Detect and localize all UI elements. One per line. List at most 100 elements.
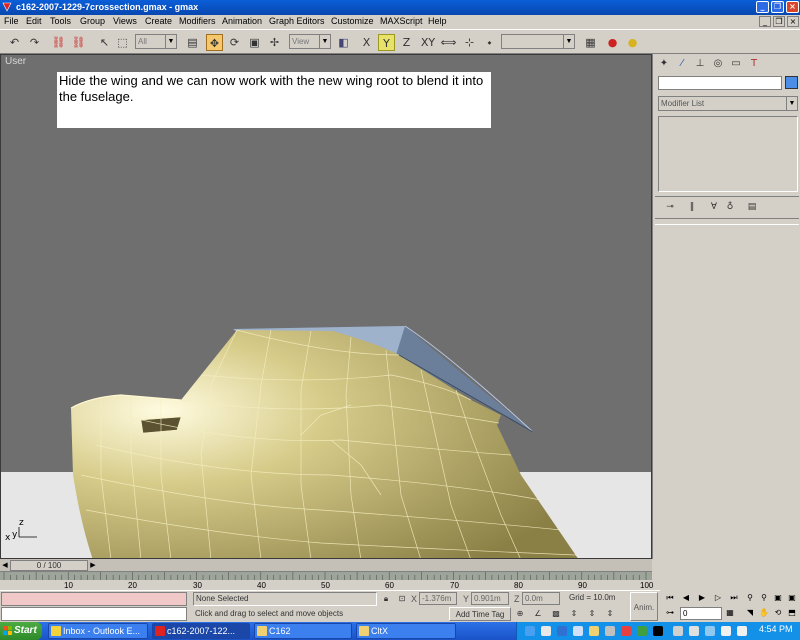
field-of-view-button[interactable]: ◥: [744, 607, 756, 619]
mdi-restore-button[interactable]: ❐: [773, 16, 785, 27]
task-folder-c162[interactable]: C162: [254, 623, 352, 639]
pivot-center-button[interactable]: ◧: [335, 34, 352, 51]
hierarchy-tab[interactable]: ⊥: [693, 57, 707, 71]
viewport-label[interactable]: User: [5, 56, 26, 67]
select-and-manipulate-button[interactable]: ✢: [266, 34, 283, 51]
fuselage-mesh[interactable]: [1, 55, 652, 559]
object-color-swatch[interactable]: [785, 76, 798, 89]
close-button[interactable]: ×: [786, 1, 799, 13]
time-slider[interactable]: ◀ 0 / 100 ▶: [0, 559, 652, 572]
perspective-viewport[interactable]: User Hide the wing and we can now work w…: [0, 54, 652, 559]
mirror-button[interactable]: ⟺: [440, 34, 457, 51]
tray-app-icon[interactable]: [557, 626, 567, 636]
maxscript-listener-output[interactable]: [1, 592, 187, 606]
add-time-tag-button[interactable]: Add Time Tag: [449, 607, 511, 621]
restrict-y-button[interactable]: Y: [378, 34, 395, 51]
zoom-button[interactable]: ⚲: [744, 592, 756, 604]
zoom-all-button[interactable]: ⚲: [758, 592, 770, 604]
absolute-mode-button[interactable]: ⊡: [396, 593, 408, 605]
mdi-minimize-button[interactable]: _: [759, 16, 771, 27]
menu-group[interactable]: Group: [80, 16, 105, 26]
title-bar[interactable]: c162-2007-1229-7crossection.gmax - gmax …: [0, 0, 800, 15]
mdi-close-button[interactable]: ×: [787, 16, 799, 27]
tray-app-icon[interactable]: [637, 626, 647, 636]
time-slider-prev-button[interactable]: ◀: [0, 560, 10, 571]
modifier-stack[interactable]: [658, 116, 798, 192]
menu-tools[interactable]: Tools: [50, 16, 71, 26]
menu-animation[interactable]: Animation: [222, 16, 262, 26]
snap-settings-button[interactable]: ⇕: [604, 608, 616, 620]
align-button[interactable]: ⊹: [461, 34, 478, 51]
task-gmax[interactable]: c162-2007-122...: [152, 623, 250, 639]
maxscript-listener-input[interactable]: [1, 607, 187, 621]
modify-tab[interactable]: ⁄: [675, 57, 689, 71]
select-and-rotate-button[interactable]: ⟳: [226, 34, 243, 51]
spinner-snap-button[interactable]: ⇕: [568, 608, 580, 620]
previous-frame-button[interactable]: ◀: [680, 592, 692, 604]
make-unique-button[interactable]: ∀: [707, 201, 721, 213]
menu-maxscript[interactable]: MAXScript: [380, 16, 423, 26]
clock[interactable]: 4:54 PM: [759, 624, 793, 634]
menu-file[interactable]: File: [4, 16, 19, 26]
utilities-tab[interactable]: T: [747, 57, 761, 71]
network-icon[interactable]: [525, 626, 535, 636]
arc-rotate-button[interactable]: ⟲: [772, 607, 784, 619]
pan-button[interactable]: ✋: [758, 607, 770, 619]
percent-snap-button[interactable]: ▩: [550, 608, 562, 620]
tray-app-icon[interactable]: [621, 626, 631, 636]
task-folder-cltx[interactable]: CltX: [356, 623, 456, 639]
tray-app-icon[interactable]: [689, 626, 699, 636]
x-coord-field[interactable]: -1.376m: [419, 592, 457, 605]
selection-filter-dropdown[interactable]: All ▼: [135, 34, 177, 49]
z-coord-field[interactable]: 0.0m: [522, 592, 560, 605]
render-button[interactable]: ●: [604, 34, 621, 51]
zoom-extents-button[interactable]: ▣: [772, 592, 784, 604]
display-tab[interactable]: ▭: [729, 57, 743, 71]
select-and-scale-button[interactable]: ▣: [246, 34, 263, 51]
restrict-xy-button[interactable]: XY: [418, 34, 438, 51]
folder-icon[interactable]: [589, 626, 599, 636]
terminal-icon[interactable]: [653, 626, 663, 636]
modifier-list-dropdown[interactable]: Modifier List ▼: [658, 96, 798, 111]
quick-render-button[interactable]: ●: [624, 34, 641, 51]
select-and-move-button[interactable]: ✥: [206, 34, 223, 51]
time-config-button[interactable]: ▦: [724, 607, 736, 619]
restore-button[interactable]: ❐: [771, 1, 784, 13]
select-object-button[interactable]: ↖: [96, 34, 113, 51]
redo-button[interactable]: ↷: [26, 34, 43, 51]
restrict-x-button[interactable]: X: [358, 34, 375, 51]
start-button[interactable]: Start: [0, 622, 42, 640]
tray-app-icon[interactable]: [705, 626, 715, 636]
select-and-link-button[interactable]: ⛓: [50, 34, 67, 51]
play-button[interactable]: ▶: [696, 592, 708, 604]
region-select-button[interactable]: ⬚: [114, 34, 131, 51]
restrict-z-button[interactable]: Z: [398, 34, 415, 51]
printer-icon[interactable]: [673, 626, 683, 636]
configure-modifier-sets-button[interactable]: ▤: [745, 201, 759, 213]
snaps-toggle-button[interactable]: ⬩: [481, 34, 498, 51]
zoom-extents-all-button[interactable]: ▣: [786, 592, 798, 604]
next-frame-button[interactable]: ▷: [712, 592, 724, 604]
volume-icon[interactable]: [737, 626, 747, 636]
tray-app-icon[interactable]: [573, 626, 583, 636]
menu-modifiers[interactable]: Modifiers: [179, 16, 216, 26]
y-coord-field[interactable]: 0.901m: [471, 592, 509, 605]
named-selection-sets-dropdown[interactable]: ▼: [501, 34, 575, 49]
track-bar[interactable]: 10 20 30 40 50 60 70 80 90 100: [0, 572, 653, 590]
animate-button[interactable]: Anim.: [630, 592, 658, 621]
snap-options-button[interactable]: ⇕: [586, 608, 598, 620]
undo-button[interactable]: ↶: [6, 34, 23, 51]
menu-views[interactable]: Views: [113, 16, 137, 26]
menu-create[interactable]: Create: [145, 16, 172, 26]
task-outlook[interactable]: Inbox - Outlook E...: [48, 623, 148, 639]
maximize-viewport-button[interactable]: ⬒: [786, 607, 798, 619]
motion-tab[interactable]: ◎: [711, 57, 725, 71]
snap-toggle-button[interactable]: ⊕: [514, 608, 526, 620]
material-editor-button[interactable]: ▦: [582, 34, 599, 51]
pin-stack-button[interactable]: ⊸: [663, 201, 677, 213]
menu-customize[interactable]: Customize: [331, 16, 374, 26]
minimize-button[interactable]: _: [756, 1, 769, 13]
go-to-start-button[interactable]: ⏮: [664, 592, 676, 604]
time-slider-thumb[interactable]: 0 / 100: [10, 560, 88, 571]
select-by-name-button[interactable]: ▤: [184, 34, 201, 51]
